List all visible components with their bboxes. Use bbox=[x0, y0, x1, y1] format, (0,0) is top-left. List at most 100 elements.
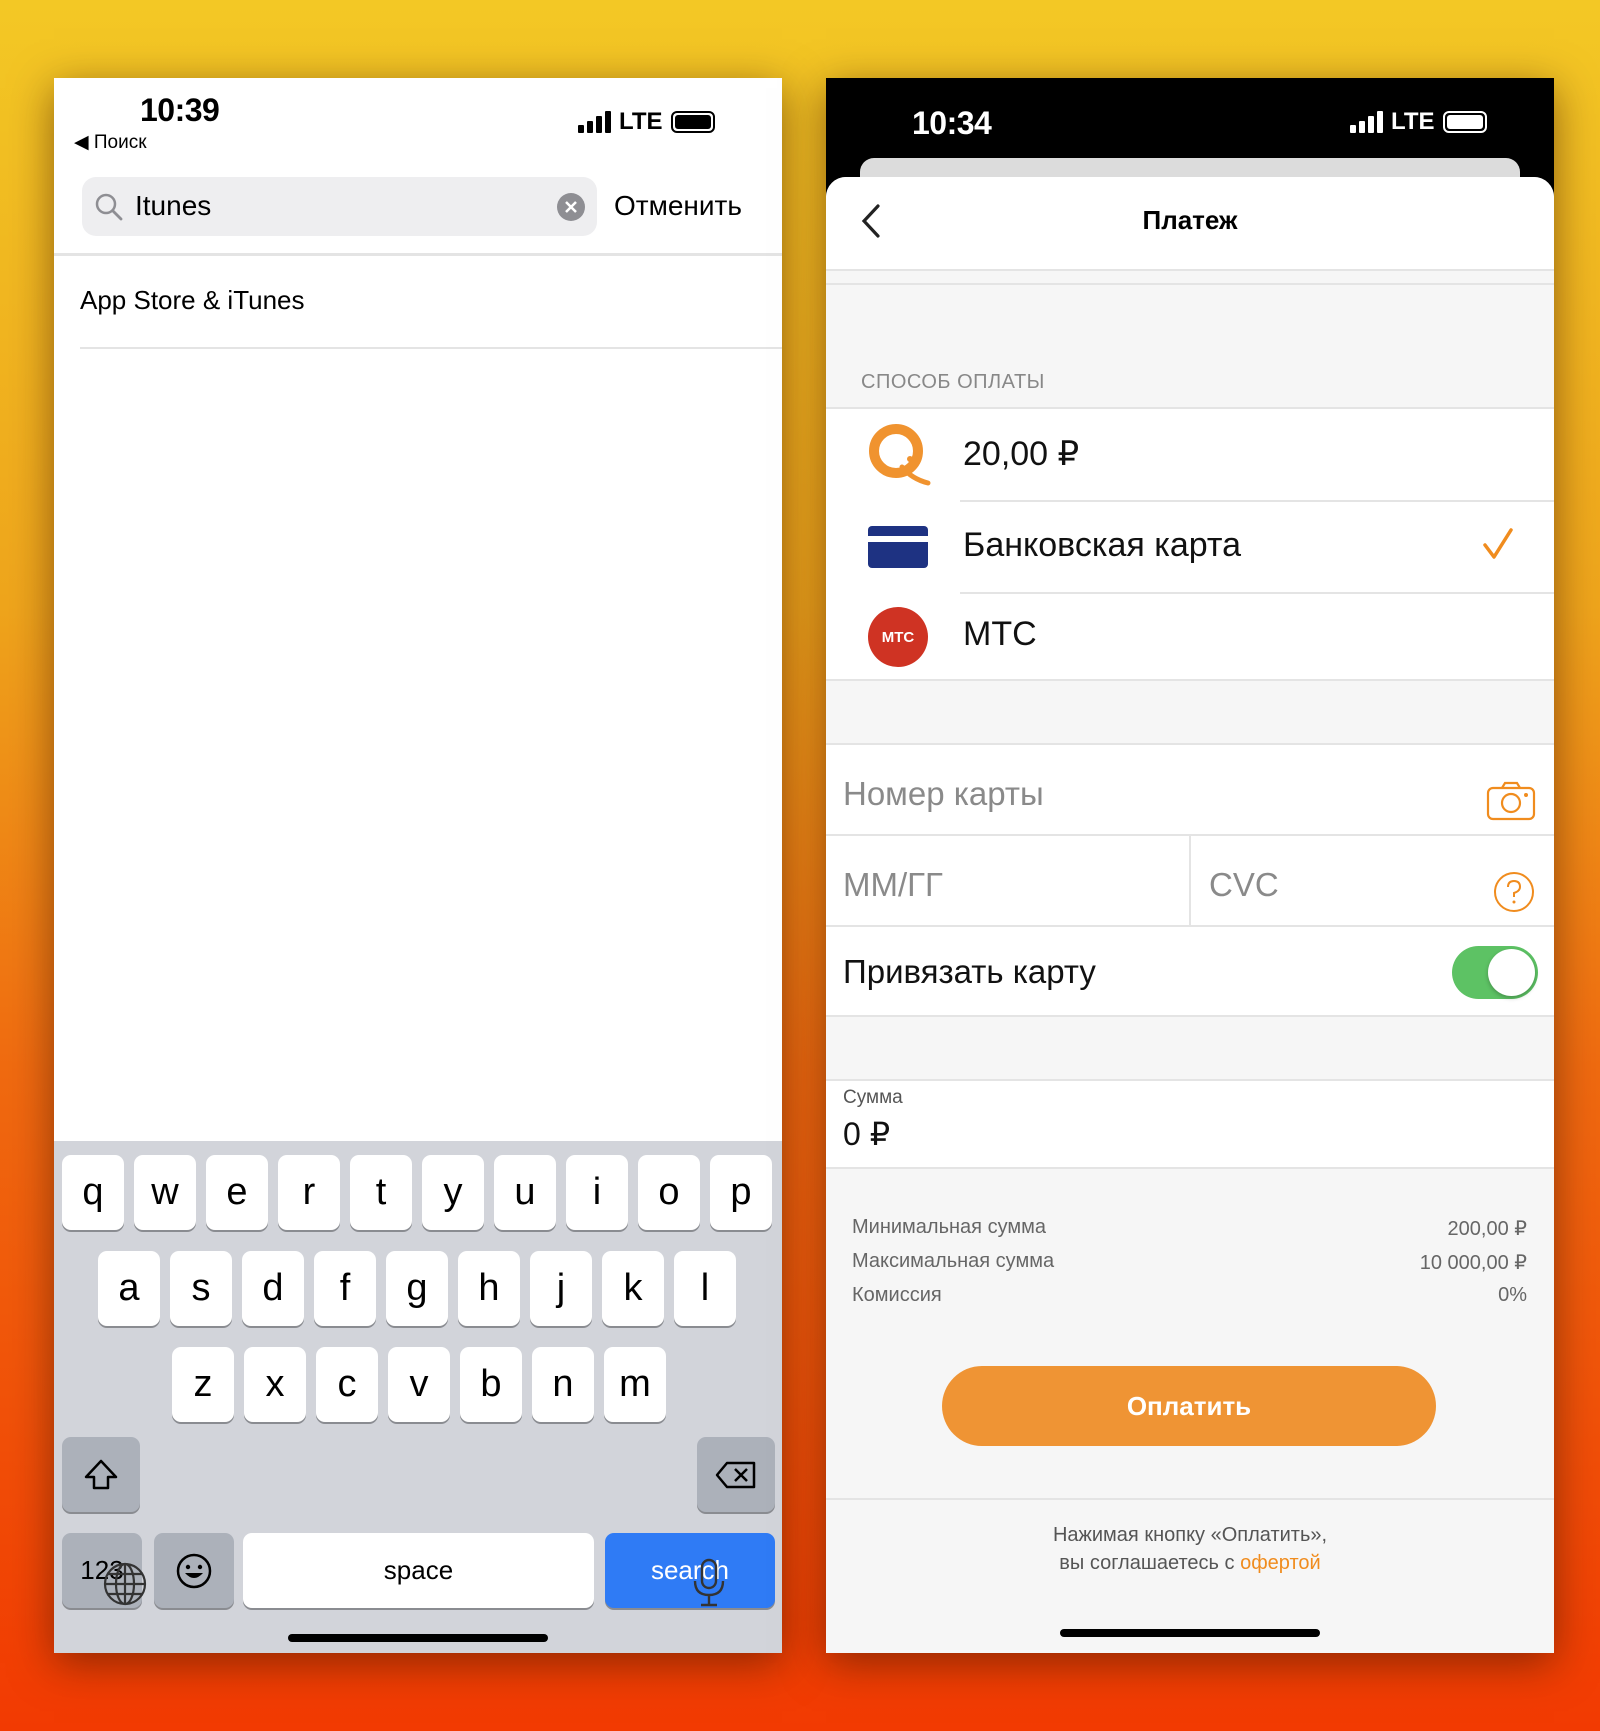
expiry-input[interactable]: ММ/ГГ bbox=[843, 866, 943, 904]
globe-icon[interactable] bbox=[102, 1561, 148, 1607]
terms-text: Нажимая кнопку «Оплатить», вы соглашаете… bbox=[826, 1521, 1554, 1577]
amount-label: Сумма bbox=[843, 1087, 903, 1108]
card-number-field[interactable]: Номер карты bbox=[826, 745, 1554, 834]
key-g[interactable]: g bbox=[386, 1251, 448, 1326]
key-t[interactable]: t bbox=[350, 1155, 412, 1230]
emoji-key[interactable] bbox=[154, 1533, 234, 1608]
key-l[interactable]: l bbox=[674, 1251, 736, 1326]
limit-label: Минимальная сумма bbox=[852, 1216, 1046, 1238]
amount-input[interactable]: 0 ₽ bbox=[843, 1115, 890, 1153]
status-time: 10:39 bbox=[140, 92, 220, 128]
space-key[interactable]: space bbox=[243, 1533, 594, 1608]
payment-method-qiwi[interactable]: 20,00 ₽ bbox=[826, 409, 1554, 500]
key-o[interactable]: o bbox=[638, 1155, 700, 1230]
search-input[interactable]: Itunes bbox=[135, 190, 211, 222]
key-d[interactable]: d bbox=[242, 1251, 304, 1326]
expiry-field[interactable]: ММ/ГГ bbox=[826, 836, 1189, 925]
terms-line: вы соглашаетесь с bbox=[1059, 1552, 1241, 1574]
key-v[interactable]: v bbox=[388, 1347, 450, 1422]
key-m[interactable]: m bbox=[604, 1347, 666, 1422]
key-f[interactable]: f bbox=[314, 1251, 376, 1326]
key-z[interactable]: z bbox=[172, 1347, 234, 1422]
amount-field[interactable]: Сумма 0 ₽ bbox=[826, 1079, 1554, 1169]
limit-row: Комиссия 0% bbox=[852, 1284, 1527, 1307]
key-q[interactable]: q bbox=[62, 1155, 124, 1230]
key-y[interactable]: y bbox=[422, 1155, 484, 1230]
section-label: СПОСОБ ОПЛАТЫ bbox=[861, 371, 1045, 393]
payment-method-bank-card[interactable]: Банковская карта bbox=[826, 501, 1554, 592]
emoji-icon bbox=[176, 1553, 212, 1588]
payment-method-label: МТС bbox=[963, 615, 1037, 653]
signal-icon bbox=[578, 111, 611, 133]
checkmark-icon bbox=[1483, 528, 1513, 559]
page-title: Платеж bbox=[1142, 205, 1238, 235]
key-j[interactable]: j bbox=[530, 1251, 592, 1326]
payment-screen: 10:34 LTE Платеж СПОСОБ ОПЛАТЫ 20,00 ₽ Б… bbox=[826, 78, 1554, 1653]
status-icons: LTE bbox=[1350, 108, 1487, 136]
key-k[interactable]: k bbox=[602, 1251, 664, 1326]
key-b[interactable]: b bbox=[460, 1347, 522, 1422]
clear-icon[interactable] bbox=[557, 193, 585, 221]
key-c[interactable]: c bbox=[316, 1347, 378, 1422]
status-time: 10:34 bbox=[912, 105, 992, 141]
terms-line: Нажимая кнопку «Оплатить», bbox=[1052, 1524, 1328, 1546]
cvc-field[interactable]: CVC bbox=[1191, 836, 1554, 925]
key-x[interactable]: x bbox=[244, 1347, 306, 1422]
limit-label: Максимальная сумма bbox=[852, 1250, 1055, 1272]
microphone-icon[interactable] bbox=[690, 1557, 728, 1609]
offer-link[interactable]: офертой bbox=[1240, 1552, 1321, 1574]
qiwi-logo-icon bbox=[869, 424, 931, 486]
settings-search-screen: 10:39 ◀ Поиск LTE Itunes Отменить App St… bbox=[54, 78, 782, 1653]
backspace-icon bbox=[715, 1461, 756, 1488]
limit-row: Минимальная сумма 200,00 ₽ bbox=[852, 1216, 1527, 1241]
cvc-input[interactable]: CVC bbox=[1209, 866, 1279, 904]
divider bbox=[826, 269, 1554, 271]
key-a[interactable]: a bbox=[98, 1251, 160, 1326]
divider bbox=[826, 1498, 1554, 1500]
key-i[interactable]: i bbox=[566, 1155, 628, 1230]
card-number-input[interactable]: Номер карты bbox=[843, 775, 1044, 813]
divider bbox=[826, 283, 1554, 285]
payment-method-label: 20,00 ₽ bbox=[963, 435, 1080, 473]
key-s[interactable]: s bbox=[170, 1251, 232, 1326]
payment-method-mts[interactable]: МТС МТС bbox=[826, 593, 1554, 681]
limit-value: 200,00 ₽ bbox=[1447, 1218, 1527, 1240]
limit-value: 0% bbox=[1498, 1284, 1527, 1306]
question-icon[interactable] bbox=[1493, 871, 1535, 913]
cancel-button[interactable]: Отменить bbox=[614, 190, 742, 222]
battery-full-icon bbox=[670, 111, 715, 133]
pay-button[interactable]: Оплатить bbox=[942, 1366, 1436, 1446]
key-p[interactable]: p bbox=[710, 1155, 772, 1230]
limit-row: Максимальная сумма 10 000,00 ₽ bbox=[852, 1250, 1527, 1275]
shift-key[interactable] bbox=[62, 1437, 140, 1512]
key-n[interactable]: n bbox=[532, 1347, 594, 1422]
key-w[interactable]: w bbox=[134, 1155, 196, 1230]
home-indicator bbox=[1060, 1629, 1320, 1637]
payment-methods-list: 20,00 ₽ Банковская карта МТС МТС bbox=[826, 407, 1554, 681]
key-h[interactable]: h bbox=[458, 1251, 520, 1326]
key-r[interactable]: r bbox=[278, 1155, 340, 1230]
search-result-item[interactable]: App Store & iTunes bbox=[80, 285, 305, 316]
search-icon bbox=[95, 193, 123, 221]
search-field[interactable]: Itunes bbox=[82, 177, 597, 236]
bank-card-icon bbox=[868, 526, 928, 568]
link-card-row: Привязать карту bbox=[826, 927, 1554, 1017]
toggle-knob bbox=[1488, 949, 1535, 996]
status-icons: LTE bbox=[578, 108, 715, 136]
link-card-toggle[interactable] bbox=[1452, 946, 1538, 999]
signal-icon bbox=[1350, 111, 1383, 133]
camera-icon[interactable] bbox=[1486, 781, 1536, 821]
header: Платеж bbox=[826, 177, 1554, 269]
card-form: Номер карты ММ/ГГ CVC Привязать карту bbox=[826, 743, 1554, 1017]
battery-full-icon bbox=[1442, 111, 1487, 133]
limit-value: 10 000,00 ₽ bbox=[1419, 1252, 1527, 1274]
back-to-search-link[interactable]: ◀ Поиск bbox=[74, 131, 147, 154]
key-e[interactable]: e bbox=[206, 1155, 268, 1230]
delete-key[interactable] bbox=[697, 1437, 775, 1512]
payment-method-label: Банковская карта bbox=[963, 526, 1242, 564]
payment-sheet: Платеж СПОСОБ ОПЛАТЫ 20,00 ₽ Банковская … bbox=[826, 177, 1554, 1653]
divider bbox=[80, 347, 782, 349]
key-u[interactable]: u bbox=[494, 1155, 556, 1230]
shift-icon bbox=[84, 1459, 118, 1489]
limit-label: Комиссия bbox=[852, 1284, 942, 1306]
